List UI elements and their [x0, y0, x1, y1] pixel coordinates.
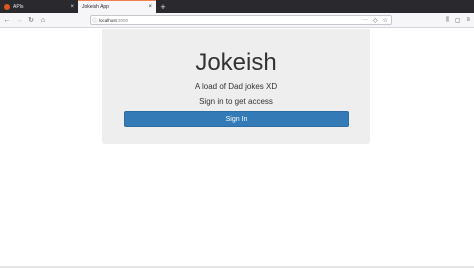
jumbotron: Jokeish A load of Dad jokes XD Sign in t…	[102, 29, 370, 144]
close-icon[interactable]: ×	[70, 4, 74, 10]
reload-icon[interactable]: ↻	[26, 15, 36, 25]
sidebar-icon[interactable]: ▢	[455, 17, 461, 24]
url-host: localhost	[99, 17, 117, 23]
page-content: Jokeish A load of Dad jokes XD Sign in t…	[0, 29, 474, 268]
back-icon[interactable]: ←	[2, 15, 12, 25]
more-icon[interactable]: ···	[362, 17, 368, 23]
sign-in-button[interactable]: Sign In	[124, 111, 349, 127]
tab-jokeish-app[interactable]: Jokeish App ×	[78, 0, 156, 13]
bookmark-star-icon[interactable]: ☆	[383, 17, 388, 24]
close-icon[interactable]: ×	[148, 4, 152, 10]
tab-label: Jokeish App	[82, 4, 109, 10]
tab-apis[interactable]: APIs ×	[0, 0, 78, 13]
navigation-bar: ← → ↻ ⌂ ⓘ localhost :3000 ··· ◇ ☆ ⫼ ▢ ≡	[0, 13, 474, 28]
browser-window: APIs × Jokeish App × + ← → ↻ ⌂ ⓘ localho…	[0, 0, 474, 268]
signin-prompt: Sign in to get access	[199, 97, 273, 106]
favicon-icon	[4, 3, 10, 10]
forward-icon[interactable]: →	[14, 15, 24, 25]
url-actions: ··· ◇ ☆	[362, 16, 388, 24]
page-title: Jokeish	[195, 49, 277, 76]
tab-label: APIs	[13, 3, 24, 10]
tab-strip: APIs × Jokeish App × +	[0, 0, 474, 13]
pocket-icon[interactable]: ◇	[373, 17, 378, 24]
page-subtitle: A load of Dad jokes XD	[194, 82, 278, 91]
menu-icon[interactable]: ≡	[466, 17, 470, 23]
url-port: :3000	[116, 17, 129, 23]
library-icon[interactable]: ⫼	[446, 17, 449, 24]
toolbar-right: ⫼ ▢ ≡	[446, 15, 470, 25]
url-bar[interactable]: ⓘ localhost :3000 ··· ◇ ☆	[90, 15, 392, 25]
info-icon[interactable]: ⓘ	[91, 17, 99, 24]
new-tab-button[interactable]: +	[158, 0, 168, 13]
home-icon[interactable]: ⌂	[38, 15, 48, 25]
